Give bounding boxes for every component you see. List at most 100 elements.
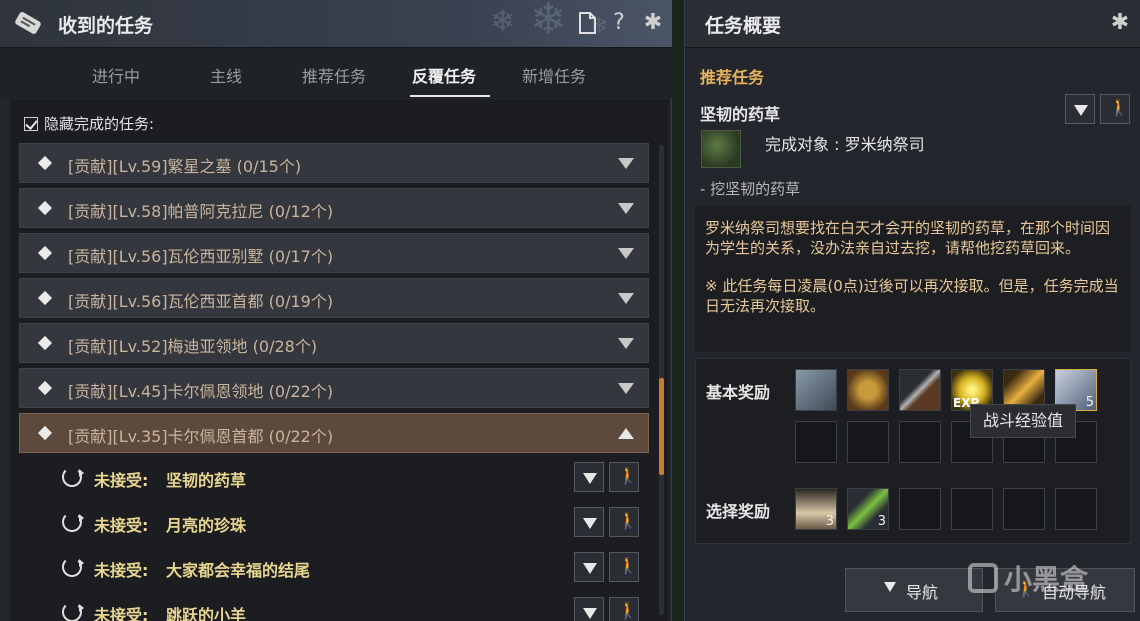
quest-group-row[interactable]: [贡献][Lv.56]瓦伦西亚首都 (0/19个) xyxy=(19,278,649,318)
walk-icon: 🚶 xyxy=(618,601,638,620)
diamond-icon xyxy=(37,155,53,171)
diamond-icon xyxy=(37,380,53,396)
dropdown-button[interactable] xyxy=(574,552,604,582)
checkbox[interactable] xyxy=(24,117,38,131)
rewards-panel: 基本奖励 选择奖励 EXP 5 3 3 xyxy=(695,358,1131,544)
chevron-down-icon[interactable] xyxy=(618,338,634,349)
window-title-bar[interactable]: 收到的任务 ❄ ❄ ❄ ? ✱ xyxy=(0,0,672,48)
tab-repeatable[interactable]: 反覆任务 xyxy=(412,63,476,87)
auto-walk-button[interactable]: 🚶 xyxy=(609,507,639,537)
tab-new[interactable]: 新增任务 xyxy=(522,63,586,87)
sub-quest-row[interactable]: 未接受: 月亮的珍珠 🚶 xyxy=(60,502,640,542)
quest-title: 坚韧的药草 xyxy=(700,105,781,124)
empty-slot xyxy=(1055,488,1097,530)
chevron-down-icon[interactable] xyxy=(618,158,634,169)
item-count: 3 xyxy=(825,514,834,529)
chevron-up-icon[interactable] xyxy=(618,428,634,439)
window-title-bar[interactable]: 任务概要 ✱ xyxy=(685,0,1140,48)
document-icon[interactable] xyxy=(574,10,600,36)
navigate-button[interactable]: 导航 xyxy=(845,568,983,612)
auto-walk-button[interactable]: 🚶 xyxy=(609,597,639,621)
empty-slot xyxy=(951,488,993,530)
sub-quest-row[interactable]: 未接受: 大家都会幸福的结尾 🚶 xyxy=(60,547,640,587)
quest-group-label: [贡献][Lv.56]瓦伦西亚首都 (0/19个) xyxy=(68,292,334,311)
basic-reward-label: 基本奖励 xyxy=(706,383,771,402)
diamond-icon xyxy=(37,200,53,216)
medal-icon[interactable] xyxy=(847,369,889,411)
quest-status: 未接受: xyxy=(94,606,149,621)
walk-icon: 🚶 xyxy=(618,466,638,485)
repeat-icon xyxy=(62,467,84,487)
diamond-icon xyxy=(37,290,53,306)
help-button[interactable]: ? xyxy=(606,10,632,36)
quest-group-row[interactable]: [贡献][Lv.52]梅迪亚领地 (0/28个) xyxy=(19,323,649,363)
empty-slot xyxy=(899,421,941,463)
diamond-icon xyxy=(37,245,53,261)
empty-slot xyxy=(1003,488,1045,530)
empty-slot xyxy=(847,421,889,463)
watermark: 小黑盒 xyxy=(968,558,1088,598)
dropdown-button[interactable] xyxy=(574,462,604,492)
scroll-icon xyxy=(15,12,41,34)
quest-group-label: [贡献][Lv.52]梅迪亚领地 (0/28个) xyxy=(68,337,318,356)
walk-icon: 🚶 xyxy=(1109,98,1129,117)
quest-summary-window: 任务概要 ✱ 推荐任务 坚韧的药草 🚶 完成对象 : 罗米纳祭司 - 挖坚韧的药… xyxy=(684,0,1140,621)
walk-icon: 🚶 xyxy=(618,511,638,530)
close-icon[interactable]: ✱ xyxy=(1107,10,1133,36)
quest-group-row[interactable]: [贡献][Lv.59]繁星之墓 (0/15个) xyxy=(19,143,649,183)
window-title: 任务概要 xyxy=(705,15,782,37)
empty-slot xyxy=(795,421,837,463)
scrollbar-thumb[interactable] xyxy=(659,378,664,475)
completion-target: 完成对象 : 罗米纳祭司 xyxy=(765,135,925,154)
quest-group-label: [贡献][Lv.45]卡尔佩恩领地 (0/22个) xyxy=(68,382,334,401)
chevron-down-icon[interactable] xyxy=(618,293,634,304)
repeat-icon xyxy=(62,602,84,621)
section-title: 推荐任务 xyxy=(700,68,765,87)
quest-group-row[interactable]: [贡献][Lv.56]瓦伦西亚别墅 (0/17个) xyxy=(19,233,649,273)
dropdown-button[interactable] xyxy=(574,597,604,621)
snowflake-icon: ❄ xyxy=(490,4,516,39)
dropdown-button[interactable] xyxy=(574,507,604,537)
objective: - 挖坚韧的药草 xyxy=(700,180,801,198)
quest-group-label: [贡献][Lv.35]卡尔佩恩首都 (0/22个) xyxy=(68,427,334,446)
quest-status: 未接受: xyxy=(94,516,149,535)
quest-group-row[interactable]: [贡献][Lv.58]帕普阿克拉尼 (0/12个) xyxy=(19,188,649,228)
dagger-icon[interactable] xyxy=(899,369,941,411)
sub-quest-row[interactable]: 未接受: 坚韧的药草 🚶 xyxy=(60,457,640,497)
quest-group-row[interactable]: [贡献][Lv.45]卡尔佩恩领地 (0/22个) xyxy=(19,368,649,408)
walk-icon: 🚶 xyxy=(618,556,638,575)
quest-status: 未接受: xyxy=(94,471,149,490)
empty-slot xyxy=(899,488,941,530)
herb-thumbnail xyxy=(701,130,741,168)
quest-status: 未接受: xyxy=(94,561,149,580)
sub-quest-row[interactable]: 未接受: 跳跃的小羊 🚶 xyxy=(60,592,640,621)
diamond-icon xyxy=(37,425,53,441)
quest-name: 月亮的珍珠 xyxy=(166,516,247,535)
hide-completed-toggle[interactable]: 隐藏完成的任务: xyxy=(24,113,154,134)
diamond-icon xyxy=(37,335,53,351)
scroll-item-icon[interactable] xyxy=(795,369,837,411)
quest-tabs: 进行中 主线 推荐任务 反覆任务 新增任务 xyxy=(0,48,672,98)
auto-walk-button[interactable]: 🚶 xyxy=(1100,94,1130,124)
tab-main[interactable]: 主线 xyxy=(210,63,242,87)
active-tab-indicator xyxy=(410,95,490,97)
quest-name: 跳跃的小羊 xyxy=(166,606,247,621)
tab-in-progress[interactable]: 进行中 xyxy=(92,63,140,87)
chevron-down-icon[interactable] xyxy=(618,248,634,259)
auto-walk-button[interactable]: 🚶 xyxy=(609,462,639,492)
repeat-icon xyxy=(62,557,84,577)
quest-description-box: 罗米纳祭司想要找在白天才会开的坚韧的药草，在那个时间因为学生的关系，没办法亲自过… xyxy=(695,206,1131,352)
tab-recommended[interactable]: 推荐任务 xyxy=(302,63,366,87)
auto-walk-button[interactable]: 🚶 xyxy=(609,552,639,582)
repeat-icon xyxy=(62,512,84,532)
dropdown-button[interactable] xyxy=(1065,94,1095,124)
close-icon[interactable]: ✱ xyxy=(640,10,666,36)
chevron-down-icon[interactable] xyxy=(618,203,634,214)
chevron-down-icon[interactable] xyxy=(618,383,634,394)
green-potion-icon[interactable]: 3 xyxy=(847,488,889,530)
milk-bottle-icon[interactable]: 3 xyxy=(795,488,837,530)
quest-note: ※ 此任务每日凌晨(0点)过後可以再次接取。但是，任务完成当日无法再次接取。 xyxy=(705,277,1119,315)
quest-group-row-expanded[interactable]: [贡献][Lv.35]卡尔佩恩首都 (0/22个) xyxy=(19,413,649,453)
select-reward-label: 选择奖励 xyxy=(706,502,771,521)
window-title: 收到的任务 xyxy=(58,15,154,37)
